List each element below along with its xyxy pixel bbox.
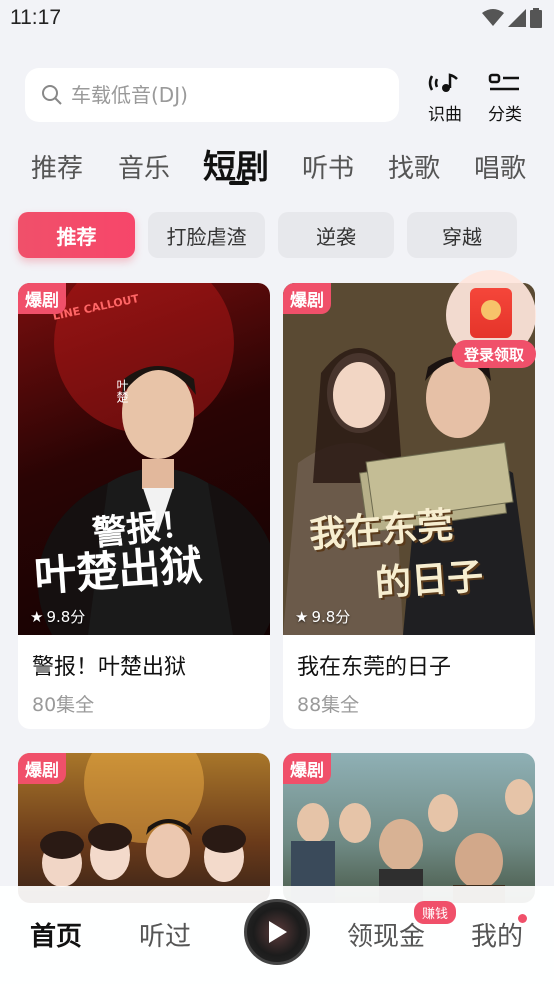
music-recognition-icon	[428, 73, 458, 92]
drama-poster[interactable]: 爆剧	[283, 753, 535, 903]
rating-value: 9.8分	[46, 608, 86, 626]
chip-face-slap[interactable]: 打脸虐渣	[148, 212, 265, 258]
tab-find-song[interactable]: 找歌	[388, 148, 440, 185]
envelope-seal-icon	[481, 300, 501, 320]
rating: ★ 9.8分	[295, 606, 350, 627]
earn-badge: 赚钱	[414, 901, 457, 924]
chip-time-travel[interactable]: 穿越	[407, 212, 517, 258]
play-icon	[269, 921, 287, 943]
recognize-song-label: 识曲	[428, 105, 462, 125]
category-button[interactable]: 分类	[480, 72, 530, 125]
category-tabs: 推荐 音乐 短剧 听书 找歌 唱歌	[0, 140, 554, 192]
tab-sing[interactable]: 唱歌	[474, 148, 526, 185]
status-bar: 11:17	[0, 0, 554, 38]
nav-listened[interactable]: 听过	[139, 916, 191, 953]
search-input[interactable]	[71, 83, 371, 107]
tab-audiobook[interactable]: 听书	[302, 148, 354, 185]
notification-dot	[518, 914, 527, 923]
star-icon: ★	[30, 607, 44, 626]
hot-badge: 爆剧	[18, 283, 66, 314]
genre-chips: 推荐 打脸虐渣 逆袭 穿越	[0, 212, 554, 258]
play-button[interactable]	[244, 899, 310, 965]
poster-title-line2: 的日子	[373, 555, 485, 605]
poster-name: 叶楚	[115, 379, 129, 403]
drama-poster[interactable]: 爆剧	[18, 753, 270, 903]
search-icon	[42, 85, 62, 105]
drama-card[interactable]: 爆剧	[283, 753, 535, 903]
hot-badge: 爆剧	[283, 283, 331, 314]
wifi-icon	[482, 9, 504, 26]
star-icon: ★	[295, 607, 309, 626]
nav-cash[interactable]: 领现金	[347, 916, 425, 953]
chip-comeback[interactable]: 逆袭	[278, 212, 394, 258]
battery-icon	[530, 8, 542, 28]
signal-icon	[508, 9, 526, 27]
rating-value: 9.8分	[311, 608, 351, 626]
bottom-navigation: 首页 听过 领现金 赚钱 我的	[0, 886, 554, 984]
category-icon	[488, 73, 519, 91]
episode-count: 80集全	[32, 694, 95, 716]
status-time: 11:17	[10, 6, 61, 29]
poster-title-line1: 我在东莞	[307, 504, 455, 556]
status-icons	[482, 8, 542, 28]
rating: ★ 9.8分	[30, 606, 85, 627]
login-reward-label[interactable]: 登录领取	[452, 340, 536, 368]
drama-poster[interactable]: LINE CALLOUT 叶楚 警报！ 叶楚出狱 爆剧 ★ 9.8分	[18, 283, 270, 635]
nav-home[interactable]: 首页	[30, 916, 82, 953]
drama-title[interactable]: 我在东莞的日子	[297, 649, 535, 681]
drama-card[interactable]: 爆剧	[18, 753, 270, 903]
recognize-song-button[interactable]: 识曲	[420, 72, 470, 125]
login-reward-widget[interactable]: 登录领取	[446, 270, 536, 368]
tab-recommend[interactable]: 推荐	[31, 148, 83, 185]
hot-badge: 爆剧	[18, 753, 66, 784]
chip-recommend[interactable]: 推荐	[18, 212, 135, 258]
category-label: 分类	[488, 105, 522, 125]
hot-badge: 爆剧	[283, 753, 331, 784]
episode-count: 88集全	[297, 694, 360, 716]
drama-card[interactable]: LINE CALLOUT 叶楚 警报！ 叶楚出狱 爆剧 ★ 9.8分 警报！叶楚…	[18, 283, 270, 729]
tab-music[interactable]: 音乐	[118, 148, 170, 185]
poster-title-line2: 叶楚出狱	[32, 540, 204, 601]
search-bar[interactable]	[25, 68, 399, 122]
nav-mine[interactable]: 我的	[471, 916, 523, 953]
active-tab-indicator	[229, 181, 249, 185]
drama-title[interactable]: 警报！叶楚出狱	[32, 649, 270, 681]
